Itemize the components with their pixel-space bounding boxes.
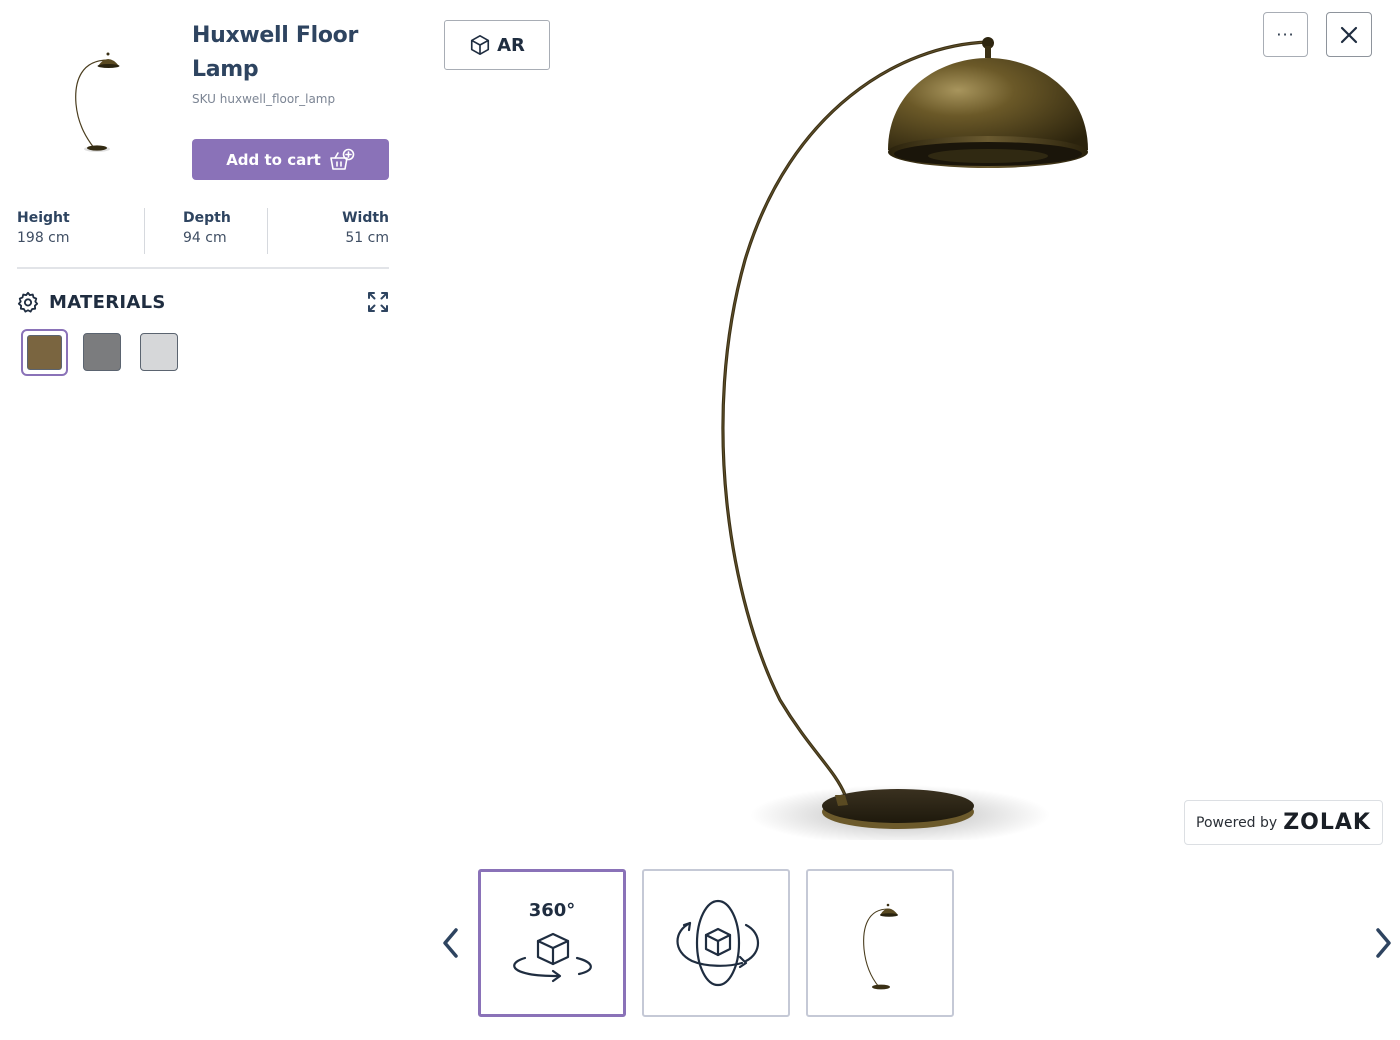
carousel-next-button[interactable]: [1368, 924, 1398, 964]
powered-by-badge[interactable]: Powered by ZOLAK: [1184, 800, 1383, 845]
dimension-height-label: Height: [17, 210, 70, 226]
lamp-thumbnail-image: [863, 903, 898, 990]
dimension-depth-value: 94 cm: [183, 230, 227, 246]
carousel-tile-thumbnail[interactable]: [806, 869, 954, 1017]
dimension-depth-label: Depth: [183, 210, 231, 226]
dimension-height: Height 198 cm: [17, 208, 70, 248]
gear-icon: [17, 291, 39, 313]
add-to-cart-button[interactable]: Add to cart: [192, 139, 389, 180]
cart-plus-icon: [329, 148, 355, 170]
carousel-tile-orbit[interactable]: [642, 869, 790, 1017]
divider: [144, 208, 145, 254]
swatch-silver[interactable]: [140, 333, 178, 371]
more-options-button[interactable]: ···: [1263, 12, 1308, 57]
dimension-depth: Depth 94 cm: [183, 208, 231, 248]
close-icon: [1340, 26, 1358, 43]
product-thumbnail-image: [75, 52, 120, 152]
carousel-prev-button[interactable]: [436, 924, 466, 964]
more-icon: ···: [1276, 25, 1295, 44]
divider: [267, 208, 268, 254]
chevron-left-icon: [443, 928, 458, 958]
materials-header: MATERIALS: [17, 288, 389, 316]
orbit-cube-icon: [676, 899, 760, 987]
swatch-graphite[interactable]: [83, 333, 121, 371]
product-sku: SKU huxwell_floor_lamp: [192, 92, 336, 106]
dimensions-row: Height 198 cm Depth 94 cm Width 51 cm: [17, 208, 389, 254]
zolak-logo: ZOLAK: [1283, 810, 1371, 835]
product-3d-viewer[interactable]: [600, 30, 1160, 840]
dimension-width-label: Width: [342, 210, 389, 226]
close-button[interactable]: [1326, 12, 1372, 57]
rotate-360-icon: [513, 932, 592, 983]
add-to-cart-label: Add to cart: [226, 150, 321, 169]
carousel-tile-360[interactable]: 360°: [478, 869, 626, 1017]
swatch-bronze-color: [27, 335, 62, 370]
dimension-width: Width 51 cm: [342, 208, 389, 248]
section-divider: [17, 267, 389, 269]
ar-cube-icon: [471, 35, 490, 55]
360-label: 360°: [528, 900, 576, 921]
swatch-bronze[interactable]: [21, 329, 68, 376]
expand-icon[interactable]: [367, 291, 389, 313]
dimension-height-value: 198 cm: [17, 230, 70, 246]
chevron-right-icon: [1376, 928, 1391, 958]
ar-button[interactable]: AR: [444, 20, 550, 70]
materials-title: MATERIALS: [49, 291, 166, 313]
dimension-width-value: 51 cm: [345, 230, 389, 246]
powered-by-label: Powered by: [1196, 814, 1278, 831]
product-title: Huxwell Floor Lamp: [192, 23, 358, 82]
ar-label: AR: [497, 34, 525, 56]
